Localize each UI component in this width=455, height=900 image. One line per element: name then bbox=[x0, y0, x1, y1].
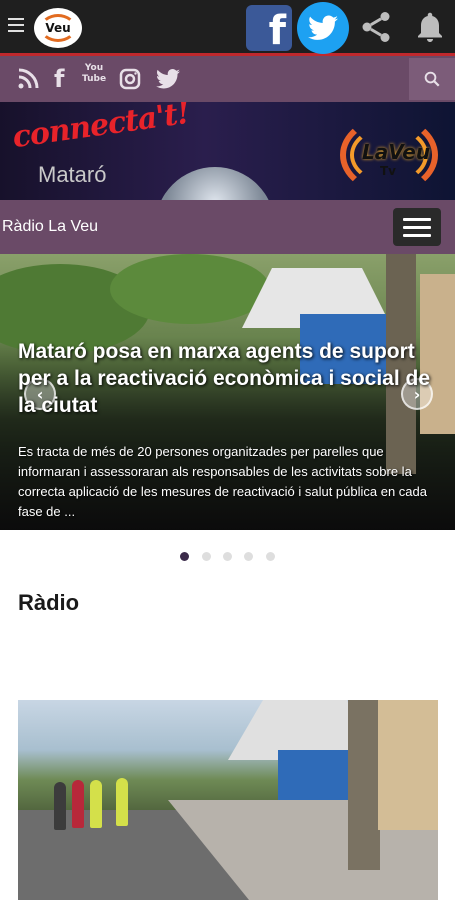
slider-dot-1[interactable] bbox=[180, 552, 190, 561]
radio-section-title: Ràdio bbox=[18, 590, 80, 615]
hero-title[interactable]: Mataró posa en marxa agents de suport pe… bbox=[18, 338, 448, 419]
youtube-label: You Tube bbox=[82, 63, 107, 84]
banner-city: Mataró bbox=[38, 162, 107, 187]
person bbox=[54, 782, 66, 830]
microphone-graphic bbox=[155, 167, 275, 200]
search-button[interactable] bbox=[409, 58, 455, 100]
facebook-icon[interactable]: f bbox=[54, 67, 78, 91]
section-header: Ràdio La Veu bbox=[0, 200, 455, 254]
tree-canopy bbox=[110, 254, 270, 324]
notification-bell-icon[interactable] bbox=[412, 8, 448, 46]
twitter-icon[interactable] bbox=[156, 67, 180, 91]
person bbox=[72, 780, 84, 828]
section-title: Ràdio La Veu bbox=[2, 218, 99, 235]
banner-headline: connecta't! bbox=[10, 102, 192, 156]
banner-brand: LaVeu bbox=[362, 140, 431, 164]
person bbox=[116, 778, 128, 826]
youtube-icon[interactable]: You Tube bbox=[82, 63, 106, 95]
share-icon[interactable] bbox=[358, 9, 394, 45]
slider-pagination bbox=[0, 548, 455, 561]
twitter-icon[interactable] bbox=[297, 2, 349, 54]
section-menu-button[interactable] bbox=[393, 208, 441, 246]
search-icon bbox=[424, 71, 440, 87]
app-logo[interactable]: Veu bbox=[34, 8, 82, 48]
rss-icon[interactable] bbox=[16, 67, 40, 91]
hero-slider[interactable]: ‹ › Mataró posa en marxa agents de supor… bbox=[0, 254, 455, 530]
top-app-bar: Veu f bbox=[0, 0, 455, 56]
social-bar: f You Tube bbox=[0, 56, 455, 102]
slider-dot-2[interactable] bbox=[201, 552, 211, 561]
person bbox=[90, 780, 102, 828]
logo-ring bbox=[40, 14, 76, 42]
radio-article-image[interactable] bbox=[18, 700, 438, 900]
slider-dot-3[interactable] bbox=[223, 552, 232, 561]
slider-dot-5[interactable] bbox=[265, 552, 275, 561]
slider-dot-4[interactable] bbox=[244, 552, 254, 561]
laveu-tv-logo: LaVeu Tv bbox=[340, 116, 438, 194]
instagram-icon[interactable] bbox=[118, 67, 142, 91]
market-stall bbox=[278, 750, 358, 800]
banner-brand-sub: Tv bbox=[380, 164, 397, 178]
menu-icon[interactable] bbox=[8, 18, 24, 34]
promo-banner[interactable]: connecta't! Mataró LaVeu Tv bbox=[0, 102, 455, 200]
hero-description: Es tracta de més de 20 persones organitz… bbox=[18, 444, 427, 519]
tree-trunk bbox=[348, 700, 380, 870]
poster bbox=[378, 700, 438, 830]
facebook-icon[interactable]: f bbox=[246, 5, 292, 51]
